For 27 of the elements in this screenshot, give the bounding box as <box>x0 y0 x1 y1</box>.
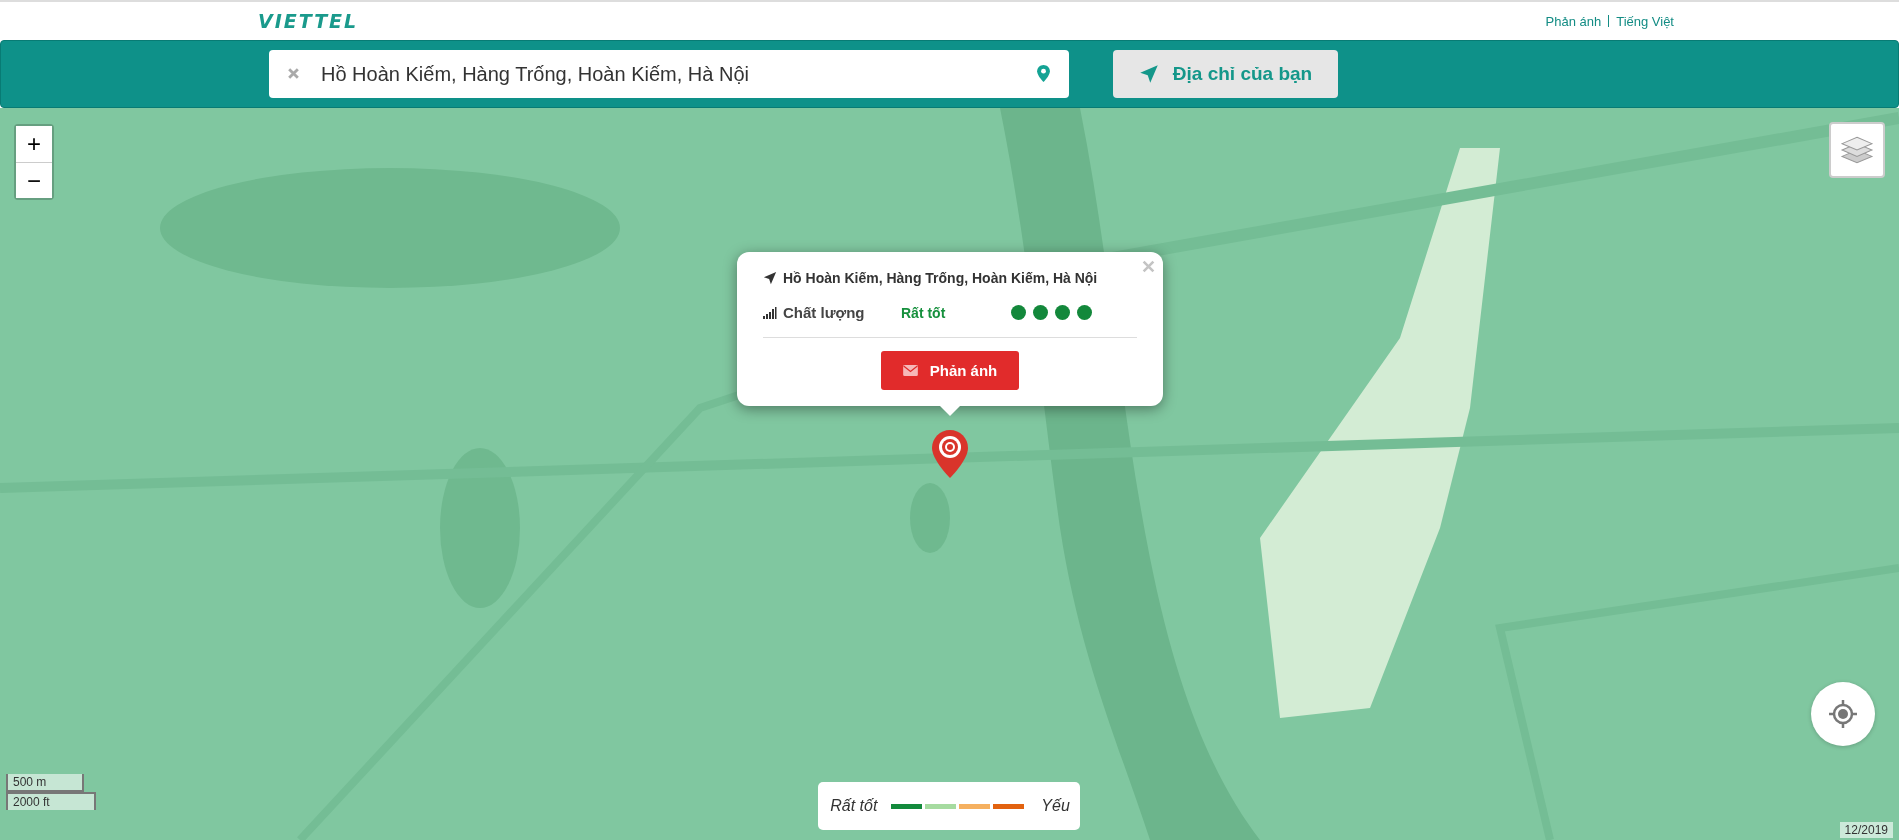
report-button[interactable]: Phản ánh <box>880 351 1020 390</box>
popup-address: Hồ Hoàn Kiếm, Hàng Trống, Hoàn Kiếm, Hà Nội <box>783 270 1098 286</box>
legend-label: Yếu <box>1041 797 1070 815</box>
legend-label: Rất tốt <box>830 797 878 815</box>
signal-icon <box>763 306 777 319</box>
zoom-out-button[interactable]: − <box>16 162 52 198</box>
map-pin-icon[interactable] <box>1037 65 1050 82</box>
map-date: 12/2019 <box>1839 822 1893 838</box>
zoom-in-button[interactable]: + <box>16 126 52 162</box>
header-link[interactable]: Tiếng Việt <box>1616 13 1674 29</box>
close-icon[interactable] <box>1142 260 1155 273</box>
navigation-arrow-icon <box>763 271 777 285</box>
navigation-arrow-icon <box>1138 64 1159 84</box>
envelope-icon <box>902 365 918 376</box>
layers-button[interactable] <box>1829 122 1885 178</box>
crosshair-icon <box>1828 699 1858 729</box>
quality-value: Rất tốt <box>901 304 947 321</box>
clear-icon[interactable] <box>287 67 300 80</box>
header-link[interactable]: Phản ánh <box>1545 13 1602 29</box>
scale-bar: 500 m <box>6 774 84 792</box>
location-marker-icon[interactable] <box>932 430 968 478</box>
layers-icon <box>1840 135 1874 165</box>
locate-address-button[interactable]: Địa chỉ của bạn <box>1113 50 1338 98</box>
quality-label: Chất lượng <box>783 304 866 321</box>
search-field[interactable]: Hồ Hoàn Kiếm, Hàng Trống, Hoàn Kiếm, Hà Nội <box>269 50 1069 98</box>
logo: VIETTEL <box>258 10 359 32</box>
scale-bar: 2000 ft <box>6 792 96 810</box>
